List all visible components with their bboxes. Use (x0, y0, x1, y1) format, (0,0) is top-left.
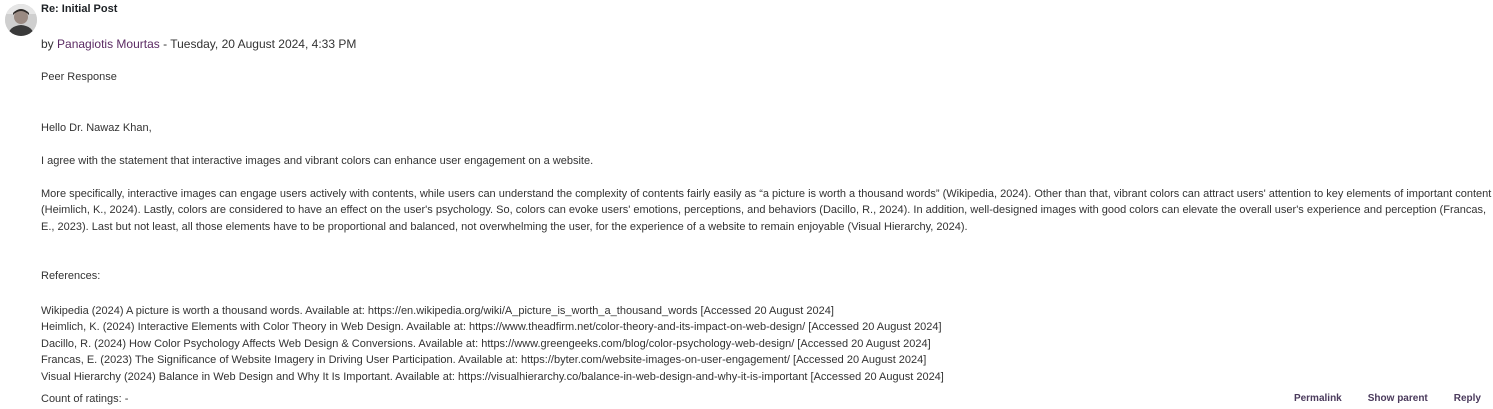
post-commands: Permalink Show parent Reply (1294, 393, 1481, 404)
reference-item: Heimlich, K. (2024) Interactive Elements… (41, 321, 942, 333)
references-list: Wikipedia (2024) A picture is worth a th… (41, 303, 1493, 386)
reference-item: Wikipedia (2024) A picture is worth a th… (41, 304, 834, 317)
author-link[interactable]: Panagiotis Mourtas (57, 37, 160, 51)
reference-item: Dacillo, R. (2024) How Color Psychology … (41, 337, 931, 350)
byline-separator: - (159, 37, 171, 51)
post-date: Tuesday, 20 August 2024, 4:33 PM (170, 37, 357, 51)
post-byline: by Panagiotis Mourtas - Tuesday, 20 Augu… (41, 37, 356, 51)
avatar[interactable] (5, 4, 37, 36)
byline-prefix: by (41, 37, 54, 51)
reply-link[interactable]: Reply (1454, 393, 1481, 404)
post-paragraph-2: More specifically, interactive images ca… (41, 187, 1492, 233)
forum-post: Re: Initial Post by Panagiotis Mourtas -… (0, 0, 1493, 409)
user-avatar-icon (5, 4, 37, 36)
post-paragraph-1: I agree with the statement that interact… (41, 154, 594, 167)
references-title: References: (41, 270, 101, 282)
permalink-link[interactable]: Permalink (1294, 393, 1342, 404)
post-subject: Re: Initial Post (41, 3, 118, 15)
post-heading: Peer Response (41, 71, 117, 83)
post-greeting: Hello Dr. Nawaz Khan, (41, 121, 152, 134)
ratings-count: Count of ratings: - (41, 393, 129, 405)
show-parent-link[interactable]: Show parent (1368, 393, 1428, 404)
reference-item: Francas, E. (2023) The Significance of W… (41, 354, 927, 366)
reference-item: Visual Hierarchy (2024) Balance in Web D… (41, 370, 944, 383)
post-content: Peer Response Hello Dr. Nawaz Khan, I ag… (41, 69, 1493, 385)
